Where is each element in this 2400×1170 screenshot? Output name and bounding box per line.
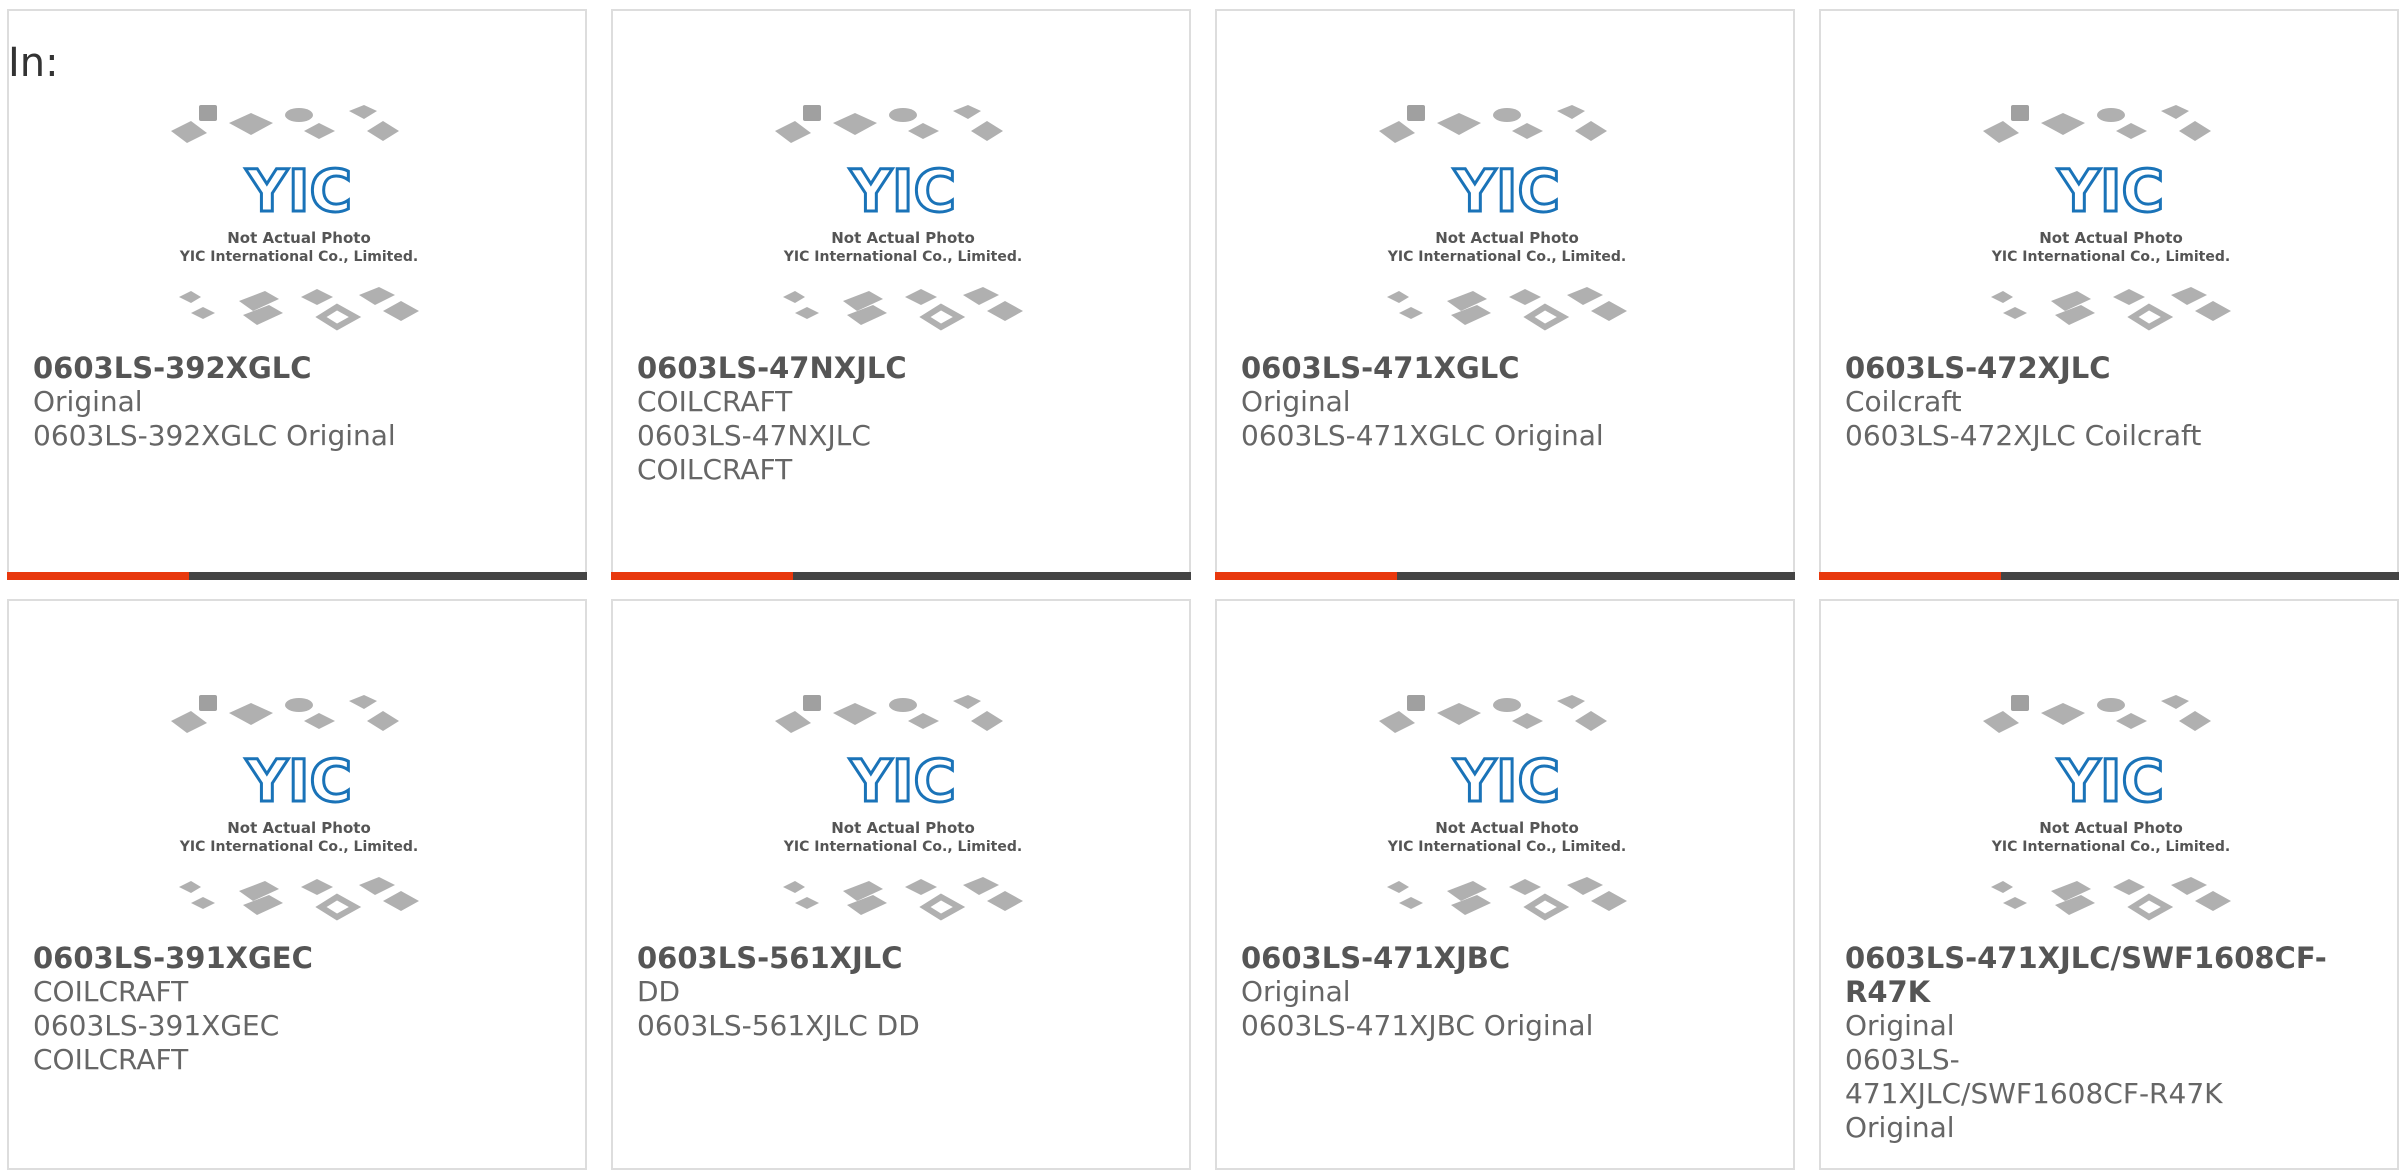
chip-icons-bottom — [179, 287, 419, 331]
product-info: 0603LS-471XGLC Original 0603LS-471XGLC O… — [1241, 351, 1769, 453]
placeholder-caption-1: Not Actual Photo — [2039, 229, 2183, 247]
placeholder-image: YIC Not Actual Photo YIC International Co.… — [171, 105, 419, 331]
placeholder-image: YIC Not Actual Photo YIC International Co.… — [775, 695, 1023, 921]
card-bar-accent — [1215, 572, 1397, 580]
part-number[interactable]: 0603LS-472XJLC — [1845, 351, 2373, 385]
description: 0603LS-471XJBC Original — [1241, 1009, 1594, 1042]
manufacturer: DD — [637, 975, 681, 1008]
part-number[interactable]: 0603LS-471XJBC — [1241, 941, 1769, 975]
placeholder-caption-2: YIC International Co., Limited. — [179, 839, 418, 855]
manufacturer: Original — [1241, 975, 1351, 1008]
product-info: 0603LS-561XJLC DD 0603LS-561XJLC DD — [637, 941, 1165, 1043]
product-card[interactable]: YIC Not Actual Photo YIC International Co.… — [1819, 599, 2399, 1170]
placeholder-caption-1: Not Actual Photo — [1435, 229, 1579, 247]
chip-icons-top — [171, 695, 399, 733]
placeholder-image: YIC Not Actual Photo YIC International Co.… — [1379, 695, 1627, 921]
manufacturer: Original — [33, 385, 143, 418]
card-bar — [7, 572, 587, 580]
yic-logo: YIC — [245, 747, 352, 815]
manufacturer: Coilcraft — [1845, 385, 1962, 418]
yic-logo: YIC — [2057, 747, 2164, 815]
placeholder-caption-1: Not Actual Photo — [227, 819, 371, 837]
chip-icons-bottom — [1991, 287, 2231, 331]
description: 0603LS-47NXJLC COILCRAFT — [637, 419, 871, 486]
product-card[interactable]: YIC Not Actual Photo YIC International Co.… — [7, 599, 587, 1170]
chip-icons-bottom — [783, 877, 1023, 921]
product-info: 0603LS-392XGLC Original 0603LS-392XGLC O… — [33, 351, 561, 453]
placeholder-caption-1: Not Actual Photo — [831, 819, 975, 837]
part-number[interactable]: 0603LS-391XGEC — [33, 941, 561, 975]
placeholder-image: YIC Not Actual Photo YIC International Co.… — [1983, 695, 2231, 921]
product-info: 0603LS-47NXJLC COILCRAFT 0603LS-47NXJLC … — [637, 351, 1165, 487]
card-bar-accent — [1819, 572, 2001, 580]
placeholder-caption-2: YIC International Co., Limited. — [1991, 249, 2230, 265]
yic-logo: YIC — [849, 747, 956, 815]
description: 0603LS-471XJLC/SWF1608CF-R47K Original — [1845, 1043, 2223, 1144]
part-number[interactable]: 0603LS-392XGLC — [33, 351, 561, 385]
product-card[interactable]: YIC Not Actual Photo YIC International Co.… — [1215, 9, 1795, 580]
chip-icons-top — [1379, 695, 1607, 733]
yic-logo: YIC — [2057, 157, 2164, 225]
card-bar — [611, 572, 1191, 580]
placeholder-image: YIC Not Actual Photo YIC International Co.… — [775, 105, 1023, 331]
yic-logo: YIC — [1453, 157, 1560, 225]
chip-icons-top — [1983, 105, 2211, 143]
part-number[interactable]: 0603LS-471XJLC/SWF1608CF-R47K — [1845, 941, 2373, 1009]
card-bar — [1819, 572, 2399, 580]
description: 0603LS-392XGLC Original — [33, 419, 396, 452]
placeholder-caption-2: YIC International Co., Limited. — [1387, 839, 1626, 855]
in-label: In: — [8, 40, 59, 86]
placeholder-caption-2: YIC International Co., Limited. — [783, 839, 1022, 855]
placeholder-caption-1: Not Actual Photo — [831, 229, 975, 247]
description: 0603LS-472XJLC Coilcraft — [1845, 419, 2202, 452]
chip-icons-bottom — [1387, 877, 1627, 921]
manufacturer: COILCRAFT — [33, 975, 189, 1008]
product-card[interactable]: YIC Not Actual Photo YIC International Co.… — [1215, 599, 1795, 1170]
product-card[interactable]: YIC Not Actual Photo YIC International Co.… — [1819, 9, 2399, 580]
product-card[interactable]: YIC Not Actual Photo YIC International Co.… — [611, 9, 1191, 580]
card-bar-accent — [611, 572, 793, 580]
description: 0603LS-561XJLC DD — [637, 1009, 920, 1042]
placeholder-caption-2: YIC International Co., Limited. — [1387, 249, 1626, 265]
placeholder-caption-2: YIC International Co., Limited. — [1991, 839, 2230, 855]
product-info: 0603LS-391XGEC COILCRAFT 0603LS-391XGEC … — [33, 941, 561, 1077]
yic-logo: YIC — [245, 157, 352, 225]
card-bar-accent — [7, 572, 189, 580]
chip-icons-bottom — [179, 877, 419, 921]
placeholder-caption-2: YIC International Co., Limited. — [783, 249, 1022, 265]
placeholder-image: YIC Not Actual Photo YIC International Co.… — [1983, 105, 2231, 331]
description: 0603LS-391XGEC COILCRAFT — [33, 1009, 280, 1076]
placeholder-caption-2: YIC International Co., Limited. — [179, 249, 418, 265]
chip-icons-bottom — [1387, 287, 1627, 331]
product-grid: YIC Not Actual Photo YIC International Co.… — [7, 9, 2399, 1170]
placeholder-image: YIC Not Actual Photo YIC International Co.… — [1379, 105, 1627, 331]
placeholder-caption-1: Not Actual Photo — [227, 229, 371, 247]
description: 0603LS-471XGLC Original — [1241, 419, 1604, 452]
manufacturer: COILCRAFT — [637, 385, 793, 418]
chip-icons-top — [171, 105, 399, 143]
product-info: 0603LS-472XJLC Coilcraft 0603LS-472XJLC … — [1845, 351, 2373, 453]
part-number[interactable]: 0603LS-471XGLC — [1241, 351, 1769, 385]
product-card[interactable]: YIC Not Actual Photo YIC International Co.… — [611, 599, 1191, 1170]
yic-logo: YIC — [1453, 747, 1560, 815]
chip-icons-top — [775, 695, 1003, 733]
product-info: 0603LS-471XJBC Original 0603LS-471XJBC O… — [1241, 941, 1769, 1043]
part-number[interactable]: 0603LS-561XJLC — [637, 941, 1165, 975]
part-number[interactable]: 0603LS-47NXJLC — [637, 351, 1165, 385]
placeholder-caption-1: Not Actual Photo — [1435, 819, 1579, 837]
chip-icons-top — [775, 105, 1003, 143]
chip-icons-top — [1379, 105, 1607, 143]
product-info: 0603LS-471XJLC/SWF1608CF-R47K Original 0… — [1845, 941, 2373, 1145]
chip-icons-top — [1983, 695, 2211, 733]
product-card[interactable]: YIC Not Actual Photo YIC International Co.… — [7, 9, 587, 580]
manufacturer: Original — [1845, 1009, 1955, 1042]
yic-logo: YIC — [849, 157, 956, 225]
placeholder-image: YIC Not Actual Photo YIC International Co.… — [171, 695, 419, 921]
card-bar — [1215, 572, 1795, 580]
placeholder-caption-1: Not Actual Photo — [2039, 819, 2183, 837]
chip-icons-bottom — [1991, 877, 2231, 921]
chip-icons-bottom — [783, 287, 1023, 331]
manufacturer: Original — [1241, 385, 1351, 418]
